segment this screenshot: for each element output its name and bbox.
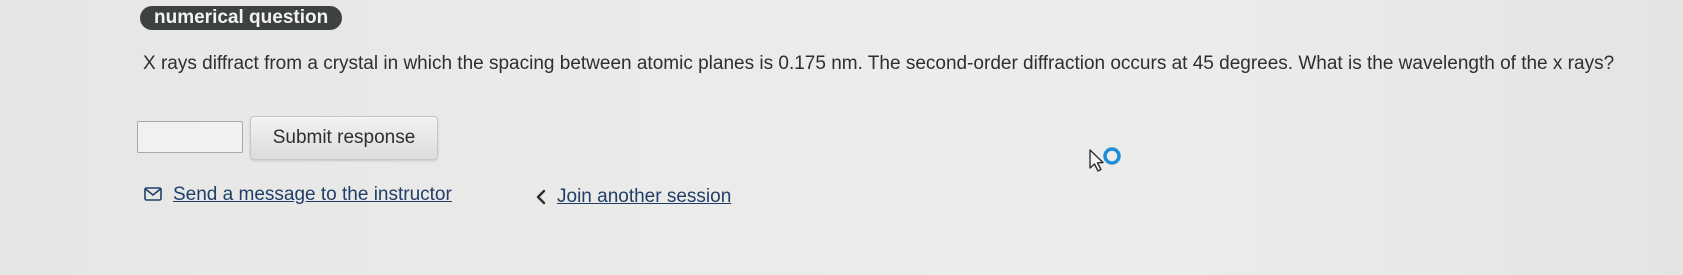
chevron-left-icon[interactable] <box>535 189 547 210</box>
submit-response-button[interactable]: Submit response <box>250 116 438 160</box>
mouse-cursor-icon <box>1088 146 1124 183</box>
question-text: X rays diffract from a crystal in which … <box>143 53 1615 74</box>
question-type-badge: numerical question <box>140 6 343 30</box>
answer-input[interactable] <box>137 121 243 153</box>
send-message-link[interactable]: Send a message to the instructor <box>173 183 452 207</box>
envelope-icon[interactable] <box>144 187 162 206</box>
join-another-session-link[interactable]: Join another session <box>557 185 731 209</box>
